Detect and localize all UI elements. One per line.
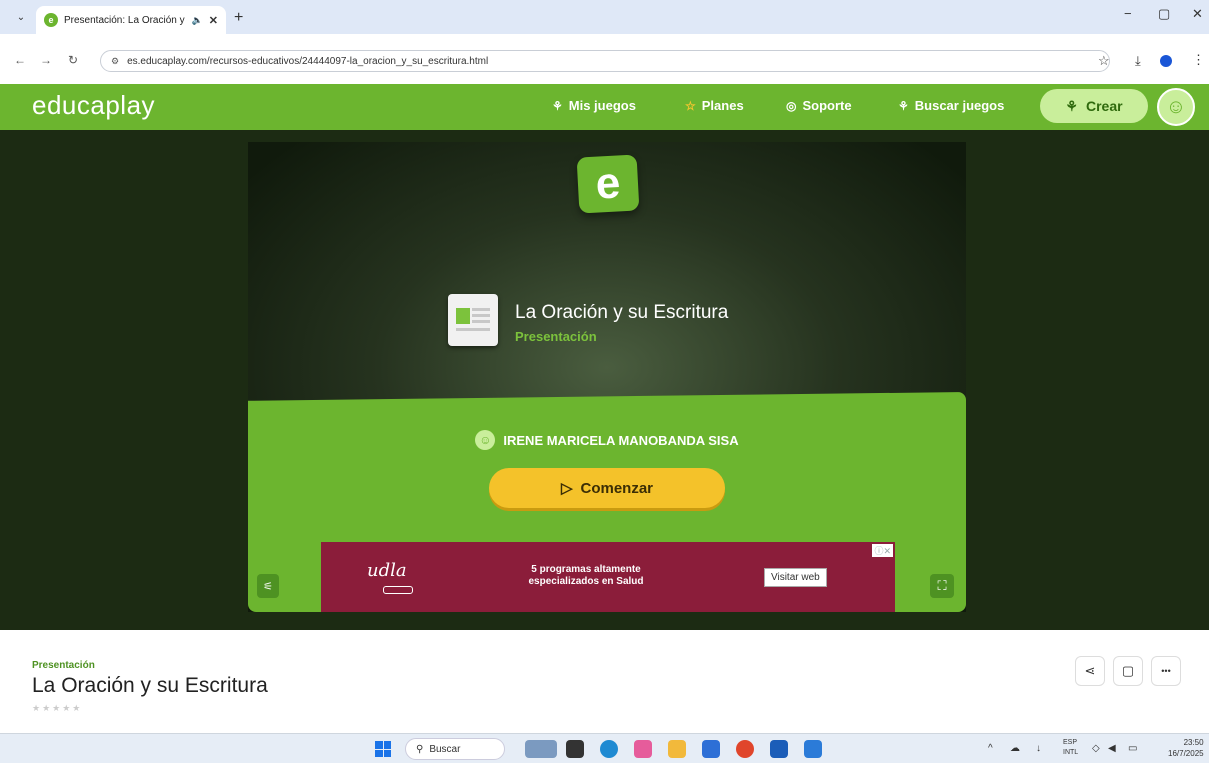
- puzzle-plus-icon: ⚘: [1065, 97, 1078, 114]
- copilot-icon[interactable]: [634, 740, 652, 758]
- nav-soporte[interactable]: ◎ Soporte: [786, 98, 852, 113]
- educaplay-e-logo: e: [576, 154, 640, 214]
- chrome-icon[interactable]: [736, 740, 754, 758]
- ad-logo-badge: [383, 586, 413, 594]
- language-indicator[interactable]: ESP INTL: [1063, 738, 1078, 758]
- address-bar[interactable]: ⚙ es.educaplay.com/recursos-educativos/2…: [100, 50, 1110, 72]
- puzzle-icon: ⚘: [552, 98, 563, 113]
- url-text: es.educaplay.com/recursos-educativos/244…: [127, 55, 489, 67]
- task-view-icon[interactable]: [566, 740, 584, 758]
- nav-planes[interactable]: ☆ Planes: [685, 98, 744, 113]
- outlook-icon[interactable]: [770, 740, 788, 758]
- search-puzzle-icon: ⚘: [898, 98, 909, 113]
- site-header: educaplay ⚘ Mis juegos ☆ Planes ◎ Soport…: [0, 84, 1209, 130]
- browser-tab-bar: ⌄ e Presentación: La Oración y s 🔈 ✕ + −…: [0, 0, 1209, 34]
- educaplay-favicon: e: [44, 13, 58, 27]
- clock-time: 23:50: [1183, 738, 1204, 747]
- tab-title: Presentación: La Oración y s: [64, 14, 186, 26]
- store-icon[interactable]: [702, 740, 720, 758]
- resource-type: Presentación: [32, 660, 95, 671]
- tab-close-button[interactable]: ✕: [209, 14, 218, 27]
- lang-code: ESP: [1063, 739, 1078, 746]
- mic-icon[interactable]: ↓: [1036, 743, 1041, 754]
- minimize-button[interactable]: −: [1124, 6, 1132, 21]
- nav-mis-juegos[interactable]: ⚘ Mis juegos: [552, 98, 636, 113]
- educaplay-logo[interactable]: educaplay: [32, 90, 155, 121]
- ad-banner[interactable]: udla 5 programas altamente especializado…: [321, 542, 895, 612]
- share-icon[interactable]: ⋖: [1075, 656, 1105, 686]
- browser-tab[interactable]: e Presentación: La Oración y s 🔈 ✕: [36, 6, 226, 34]
- close-window-button[interactable]: ✕: [1192, 6, 1203, 22]
- tab-search-button[interactable]: ⌄: [12, 8, 30, 26]
- cloud-icon[interactable]: ☁: [1010, 743, 1020, 754]
- nav-buscar-juegos[interactable]: ⚘ Buscar juegos: [898, 98, 1004, 113]
- star-icon: ☆: [685, 98, 696, 113]
- profile-icon[interactable]: [1160, 55, 1172, 67]
- copy-icon[interactable]: ▢: [1113, 656, 1143, 686]
- presentation-doc-icon: [448, 294, 498, 346]
- menu-kebab-icon[interactable]: ⋮: [1192, 52, 1205, 68]
- taskbar-search[interactable]: ⚲ Buscar: [405, 738, 505, 760]
- more-options-icon[interactable]: •••: [1151, 656, 1181, 686]
- nav-label: Buscar juegos: [914, 98, 1005, 113]
- author-name[interactable]: IRENE MARICELA MANOBANDA SISA: [503, 433, 738, 448]
- user-icon: ☺: [475, 430, 496, 450]
- windows-start-icon[interactable]: [375, 741, 391, 757]
- wifi-icon[interactable]: ◇: [1092, 743, 1100, 754]
- game-player: e La Oración y su Escritura Presentación…: [248, 142, 966, 612]
- forward-icon[interactable]: →: [40, 53, 52, 67]
- download-icon[interactable]: ⤓: [1135, 53, 1141, 69]
- create-button[interactable]: ⚘ Crear: [1040, 89, 1148, 123]
- taskbar-search-label: Buscar: [429, 743, 461, 755]
- fullscreen-icon[interactable]: ⛶: [930, 574, 954, 598]
- nav-label: Soporte: [802, 98, 852, 113]
- tray-chevron-icon[interactable]: ^: [988, 743, 993, 754]
- search-icon: ⚲: [416, 743, 424, 755]
- ad-visit-button[interactable]: Visitar web: [764, 568, 827, 587]
- back-icon[interactable]: ←: [14, 53, 26, 67]
- photos-icon[interactable]: [804, 740, 822, 758]
- clock-date: 16/7/2025: [1168, 749, 1204, 758]
- restore-button[interactable]: ▢: [1158, 6, 1170, 22]
- author-line: ☺ IRENE MARICELA MANOBANDA SISA: [248, 430, 966, 450]
- lifebuoy-icon: ◎: [786, 98, 797, 113]
- game-title: La Oración y su Escritura: [515, 302, 729, 323]
- start-label: Comenzar: [580, 479, 654, 497]
- ad-logo: udla: [367, 560, 407, 581]
- reload-icon[interactable]: ↻: [68, 53, 78, 67]
- settings-sliders-icon[interactable]: ⚟: [257, 574, 279, 598]
- ad-text: 5 programas altamente especializados en …: [528, 564, 644, 587]
- site-info-icon[interactable]: ⚙: [111, 56, 119, 67]
- new-tab-button[interactable]: +: [234, 9, 243, 27]
- play-icon: ▷: [560, 480, 573, 497]
- battery-icon[interactable]: ▭: [1128, 743, 1137, 754]
- clock[interactable]: 23:50 16/7/2025: [1168, 737, 1204, 759]
- user-avatar-icon[interactable]: ☺: [1157, 88, 1195, 126]
- windows-taskbar: ⚲ Buscar ^ ☁ ↓ ESP INTL ◇ ◀ ▭ 23:50 16/7…: [0, 733, 1209, 763]
- resource-title: La Oración y su Escritura: [32, 674, 268, 697]
- bookmark-star-icon[interactable]: ☆: [1098, 53, 1110, 69]
- ad-close-icon[interactable]: ⓘ✕: [872, 544, 893, 557]
- game-type: Presentación: [515, 329, 597, 344]
- start-button[interactable]: ▷ Comenzar: [489, 468, 725, 508]
- speaker-icon[interactable]: 🔈: [192, 15, 203, 26]
- file-explorer-icon[interactable]: [668, 740, 686, 758]
- nav-label: Planes: [701, 98, 744, 113]
- create-label: Crear: [1085, 98, 1123, 114]
- screen: ⌄ e Presentación: La Oración y s 🔈 ✕ + −…: [0, 0, 1209, 763]
- edge-icon[interactable]: [600, 740, 618, 758]
- widgets-icon[interactable]: [525, 740, 557, 758]
- nav-label: Mis juegos: [568, 98, 636, 113]
- rating-stars[interactable]: ★★★★★: [32, 703, 82, 714]
- volume-icon[interactable]: ◀: [1108, 743, 1116, 754]
- lang-layout: INTL: [1063, 749, 1079, 756]
